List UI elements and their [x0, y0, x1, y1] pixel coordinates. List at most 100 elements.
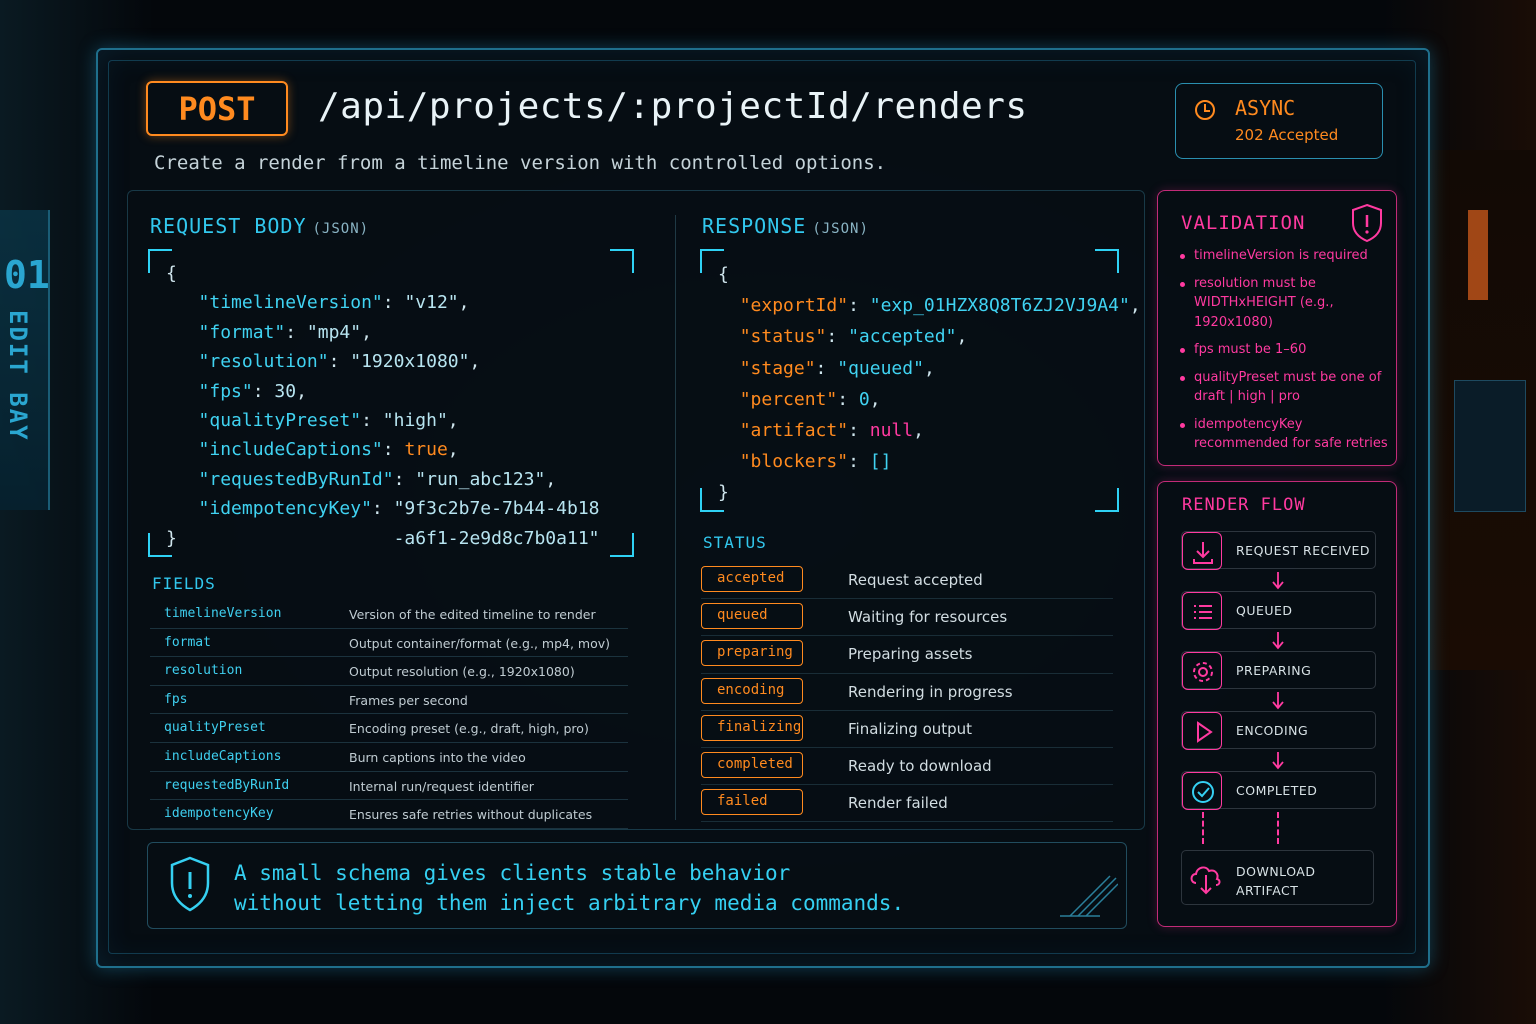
table-row: encoding Rendering in progress [701, 674, 1113, 711]
request-body-title-text: REQUEST BODY [150, 214, 307, 238]
json-key: "includeCaptions" [198, 439, 383, 461]
flow-arrow-icon [1271, 691, 1285, 711]
field-description: Output container/format (e.g., mp4, mov) [349, 635, 611, 651]
table-row: failed Render failed [701, 785, 1113, 823]
field-name: includeCaptions [164, 748, 282, 764]
json-key: "format" [198, 321, 286, 343]
flow-step-label: ENCODING [1236, 723, 1309, 738]
request-body-format: (JSON) [312, 221, 370, 237]
json-open-brace: { [718, 264, 729, 285]
flow-final-line-1: DOWNLOAD [1236, 864, 1316, 879]
design-note-line-2: without letting them inject arbitrary me… [234, 891, 905, 915]
json-line: "percent": 0, [739, 388, 881, 410]
json-key: "stage" [739, 357, 816, 379]
json-open-brace: { [166, 263, 177, 284]
flow-step-download-artifact: DOWNLOAD ARTIFACT [1181, 850, 1374, 905]
json-line: "status": "accepted", [739, 326, 968, 348]
json-value: "accepted" [848, 326, 957, 348]
render-flow-title: RENDER FLOW [1182, 495, 1306, 515]
response-title: RESPONSE (JSON) [702, 214, 869, 238]
json-value: "v12" [404, 292, 459, 314]
field-name: format [164, 634, 211, 650]
json-line: "requestedByRunId": "run_abc123", [198, 468, 557, 490]
status-badge: preparing [701, 640, 803, 667]
field-name: timelineVersion [164, 606, 282, 621]
table-row: requestedByRunId Internal run/request ide… [150, 772, 628, 801]
field-name: requestedByRunId [164, 777, 290, 793]
table-row: timelineVersion Version of the edited tim… [150, 600, 628, 629]
json-key: "timelineVersion" [198, 292, 383, 314]
background-left-number: 01 [4, 253, 50, 297]
status-description: Ready to download [848, 756, 992, 775]
flow-step-label: PREPARING [1236, 663, 1312, 678]
status-description: Waiting for resources [848, 608, 1008, 627]
table-row: idempotencyKey Ensures safe retries witho… [150, 800, 628, 829]
flow-arrow-icon [1271, 631, 1285, 651]
status-badge: accepted [701, 566, 803, 592]
status-description: Finalizing output [848, 719, 973, 738]
json-key: "idempotencyKey" [198, 498, 372, 520]
json-line: "idempotencyKey": "9f3c2b7e-7b44-4b18 [198, 498, 600, 520]
field-description: Output resolution (e.g., 1920x1080) [349, 664, 575, 680]
flow-step-request-received: REQUEST RECEIVED [1181, 531, 1376, 570]
json-value: "queued" [837, 357, 924, 379]
json-value: true [404, 439, 448, 461]
design-note-text: A small schema gives clients stable beha… [234, 858, 904, 918]
json-line: "stage": "queued", [739, 357, 935, 379]
field-name: fps [164, 691, 188, 707]
background-right-monitor [1454, 380, 1526, 512]
shield-alert-icon [1352, 203, 1382, 243]
flow-arrow-icon [1271, 571, 1285, 591]
flow-step-completed: COMPLETED [1181, 771, 1376, 810]
field-name: idempotencyKey [164, 806, 274, 822]
json-line: "includeCaptions": true, [198, 439, 459, 461]
flow-step-label: QUEUED [1236, 603, 1293, 618]
response-title-text: RESPONSE [702, 214, 807, 238]
endpoint-path: /api/projects/:projectId/renders [318, 86, 1028, 127]
json-value-continuation: -a6f1-2e9d8c7b0a11" [393, 527, 600, 549]
table-row: format Output container/format (e.g., mp4… [150, 629, 628, 658]
async-badge [1175, 83, 1383, 159]
validation-rule: resolution must be WIDTHxHEIGHT (e.g., 1… [1180, 274, 1390, 333]
field-description: Burn captions into the video [349, 749, 526, 765]
table-row: finalizing Finalizing output [701, 711, 1113, 748]
flow-dashed-connector [1202, 812, 1204, 844]
request-json: { "timelineVersion": "v12", "format": "m… [166, 259, 600, 553]
field-name: resolution [164, 663, 243, 679]
response-code: { "exportId": "exp_01HZX8Q8T6ZJ2VJ9A4", … [700, 249, 1141, 512]
flow-step-queued: QUEUED [1181, 591, 1376, 630]
request-body-title: REQUEST BODY (JSON) [150, 214, 369, 238]
validation-rules: timelineVersion is required resolution mu… [1180, 246, 1390, 462]
json-close-brace: } [718, 482, 729, 504]
json-line: "format": "mp4", [198, 321, 372, 343]
column-divider [675, 215, 676, 820]
json-line: "exportId": "exp_01HZX8Q8T6ZJ2VJ9A4", [739, 295, 1141, 317]
cloud-download-icon [1190, 866, 1221, 895]
validation-rule: idempotencyKey recommended for safe retr… [1180, 415, 1390, 454]
flow-step-label: REQUEST RECEIVED [1236, 543, 1370, 558]
download-tray-icon [1193, 542, 1213, 564]
json-value: "run_abc123" [415, 468, 546, 490]
flow-arrow-icon [1271, 751, 1285, 771]
field-description: Version of the edited timeline to render [349, 607, 596, 622]
json-value: "exp_01HZX8Q8T6ZJ2VJ9A4" [869, 295, 1130, 317]
flow-step-label: DOWNLOAD ARTIFACT [1236, 862, 1316, 900]
json-value: "mp4" [306, 321, 362, 343]
json-key: "exportId" [739, 295, 849, 317]
table-row: fps Frames per second [150, 686, 628, 715]
status-description: Rendering in progress [848, 682, 1013, 701]
async-status: 202 Accepted [1235, 126, 1339, 144]
flow-step-label: COMPLETED [1236, 783, 1318, 798]
status-badge: queued [701, 603, 803, 630]
flow-step-icon-box [1182, 772, 1222, 810]
check-circle-icon [1192, 781, 1214, 803]
status-table: accepted Request accepted queued Waiting fo… [701, 562, 1113, 823]
status-title: STATUS [703, 533, 767, 552]
list-icon [1194, 605, 1212, 619]
table-row: resolution Output resolution (e.g., 1920x… [150, 657, 628, 686]
json-close-brace: } [166, 527, 177, 549]
fields-title: FIELDS [152, 574, 216, 593]
flow-step-icon-box [1182, 712, 1222, 750]
json-key: "blockers" [739, 451, 849, 473]
field-description: Frames per second [349, 692, 468, 708]
